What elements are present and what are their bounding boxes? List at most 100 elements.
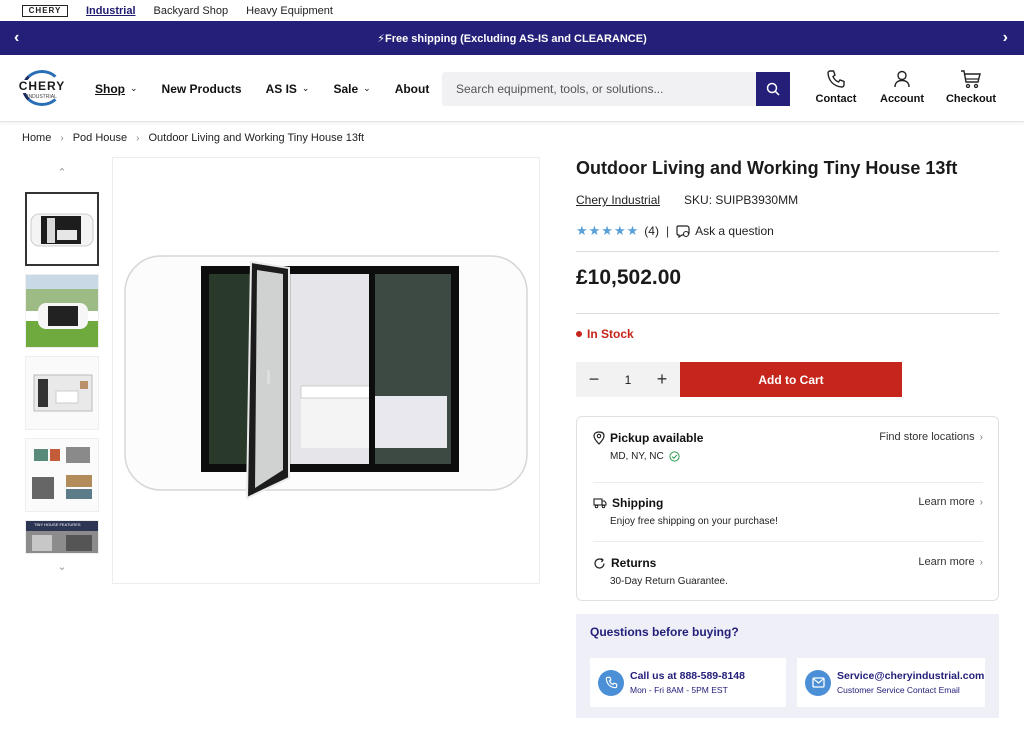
announcement-text: ⚡Free shipping (Excluding AS-IS and CLEA… xyxy=(377,32,647,45)
tiny-house-image xyxy=(124,255,528,500)
checkout-button[interactable]: Checkout xyxy=(941,69,1001,105)
chery-mini-logo[interactable]: CHERY xyxy=(22,4,68,17)
site-header: CHERY INDUSTRIAL Shop ⌄ New Products AS … xyxy=(0,55,1024,122)
chevron-right-icon: › xyxy=(979,557,983,568)
ask-question-link[interactable]: Ask a question xyxy=(695,224,774,238)
returns-title: Returns xyxy=(611,556,657,570)
minus-icon[interactable]: − xyxy=(586,369,602,390)
nav-item-as-is[interactable]: AS IS ⌄ xyxy=(266,82,310,96)
learn-more-label: Learn more xyxy=(918,556,975,568)
email-address: Service@cheryindustrial.com xyxy=(837,670,985,682)
divider xyxy=(593,482,983,483)
brand-link-industrial[interactable]: Industrial xyxy=(86,5,136,17)
pickup-locations: MD, NY, NC xyxy=(610,451,664,462)
stock-status: In Stock xyxy=(576,327,634,341)
nav-label: Shop xyxy=(95,81,125,96)
divider xyxy=(576,251,999,252)
search-input[interactable] xyxy=(442,72,752,106)
find-store-link[interactable]: Find store locations › xyxy=(879,431,983,443)
logo-subtext: INDUSTRIAL xyxy=(27,94,57,100)
phone-icon xyxy=(827,70,845,88)
chery-logo[interactable]: CHERY INDUSTRIAL xyxy=(14,68,70,108)
chat-question-icon xyxy=(676,224,690,238)
chevron-right-icon: › xyxy=(979,432,983,443)
main-product-image[interactable] xyxy=(112,157,540,584)
contact-button[interactable]: Contact xyxy=(806,69,866,105)
refresh-icon xyxy=(594,557,605,569)
mail-icon xyxy=(805,669,831,696)
pickup-title: Pickup available xyxy=(610,431,704,445)
announcement-bar: ‹ ⚡Free shipping (Excluding AS-IS and CL… xyxy=(0,21,1024,55)
call-us-hours: Mon - Fri 8AM - 5PM EST xyxy=(630,685,728,695)
divider-bar: | xyxy=(665,224,670,238)
returns-row: Returns 30-Day Return Guarantee. Learn m… xyxy=(593,556,983,587)
nav-item-sale[interactable]: Sale ⌄ xyxy=(333,82,370,96)
thumbnail-1[interactable] xyxy=(25,192,99,266)
fulfillment-info-box: Pickup available MD, NY, NC Find store l… xyxy=(576,416,999,601)
nav-label: AS IS xyxy=(265,81,297,96)
shipping-title: Shipping xyxy=(612,496,664,510)
call-us-title: Call us at 888-589-8148 xyxy=(630,670,745,682)
chevron-right-icon: › xyxy=(60,132,64,144)
chevron-down-icon: ⌄ xyxy=(363,83,371,93)
breadcrumb: Home › Pod House › Outdoor Living and Wo… xyxy=(22,132,364,144)
plus-icon[interactable]: + xyxy=(654,369,670,390)
star-rating[interactable]: ★★★★★ xyxy=(576,223,639,239)
questions-title: Questions before buying? xyxy=(590,625,739,639)
find-store-label: Find store locations xyxy=(879,431,975,443)
nav-item-new-products[interactable]: New Products xyxy=(162,82,242,96)
product-title: Outdoor Living and Working Tiny House 13… xyxy=(576,158,958,178)
chevron-down-icon[interactable]: ⌄ xyxy=(24,560,100,573)
nav-item-shop[interactable]: Shop ⌄ xyxy=(95,82,138,96)
status-dot-icon xyxy=(576,331,582,337)
truck-icon xyxy=(593,498,607,509)
product-price: £10,502.00 xyxy=(576,266,682,289)
thumbnail-2[interactable] xyxy=(25,274,99,348)
thumbnail-strip: ⌃ TINY HOUSE FEATURES ⌄ xyxy=(24,160,100,580)
search-button[interactable] xyxy=(756,72,790,106)
chevron-right-icon: › xyxy=(136,132,140,144)
rating-row: ★★★★★ (4) | Ask a question xyxy=(576,223,774,239)
nav-label: New Products xyxy=(161,81,242,96)
quantity-stepper: − 1 + xyxy=(576,362,680,397)
email-card[interactable]: Service@cheryindustrial.com Customer Ser… xyxy=(797,658,985,707)
checkout-label: Checkout xyxy=(945,93,997,105)
chevron-down-icon: ⌄ xyxy=(301,83,310,93)
brand-link-heavy-equipment[interactable]: Heavy Equipment xyxy=(246,5,333,17)
chevron-right-icon[interactable]: › xyxy=(1003,21,1008,55)
user-icon xyxy=(894,70,910,88)
returns-learn-more-link[interactable]: Learn more › xyxy=(918,556,983,568)
divider xyxy=(576,313,999,314)
thumbnail-3[interactable] xyxy=(25,356,99,430)
phone-icon xyxy=(598,669,624,696)
check-circle-icon xyxy=(669,451,680,462)
shipping-learn-more-link[interactable]: Learn more › xyxy=(918,496,983,508)
quantity-value[interactable]: 1 xyxy=(625,373,632,387)
chevron-right-icon: › xyxy=(979,497,983,508)
cart-icon xyxy=(961,70,981,89)
thumbnail-caption: TINY HOUSE FEATURES xyxy=(34,522,81,527)
breadcrumb-home[interactable]: Home xyxy=(22,132,51,144)
search-icon xyxy=(766,82,780,96)
chevron-up-icon[interactable]: ⌃ xyxy=(24,166,100,179)
vendor-link[interactable]: Chery Industrial xyxy=(576,193,660,207)
questions-panel: Questions before buying? Call us at 888-… xyxy=(576,614,999,718)
chevron-down-icon: ⌄ xyxy=(130,83,138,93)
breadcrumb-pod-house[interactable]: Pod House xyxy=(73,132,127,144)
location-pin-icon xyxy=(593,431,605,445)
brand-link-backyard-shop[interactable]: Backyard Shop xyxy=(154,5,229,17)
chevron-left-icon[interactable]: ‹ xyxy=(14,21,19,55)
review-count[interactable]: (4) xyxy=(644,224,659,238)
divider xyxy=(593,541,983,542)
nav-item-about[interactable]: About xyxy=(395,82,430,96)
account-button[interactable]: Account xyxy=(872,69,932,105)
thumbnail-5[interactable]: TINY HOUSE FEATURES xyxy=(25,520,99,554)
search-bar xyxy=(442,72,790,106)
product-meta: Chery Industrial SKU: SUIPB3930MM xyxy=(576,193,798,207)
add-to-cart-button[interactable]: Add to Cart xyxy=(680,362,902,397)
thumbnail-4[interactable] xyxy=(25,438,99,512)
breadcrumb-current: Outdoor Living and Working Tiny House 13… xyxy=(148,132,365,144)
contact-label: Contact xyxy=(815,93,857,105)
stock-label: In Stock xyxy=(587,327,634,341)
call-us-card[interactable]: Call us at 888-589-8148 Mon - Fri 8AM - … xyxy=(590,658,786,707)
